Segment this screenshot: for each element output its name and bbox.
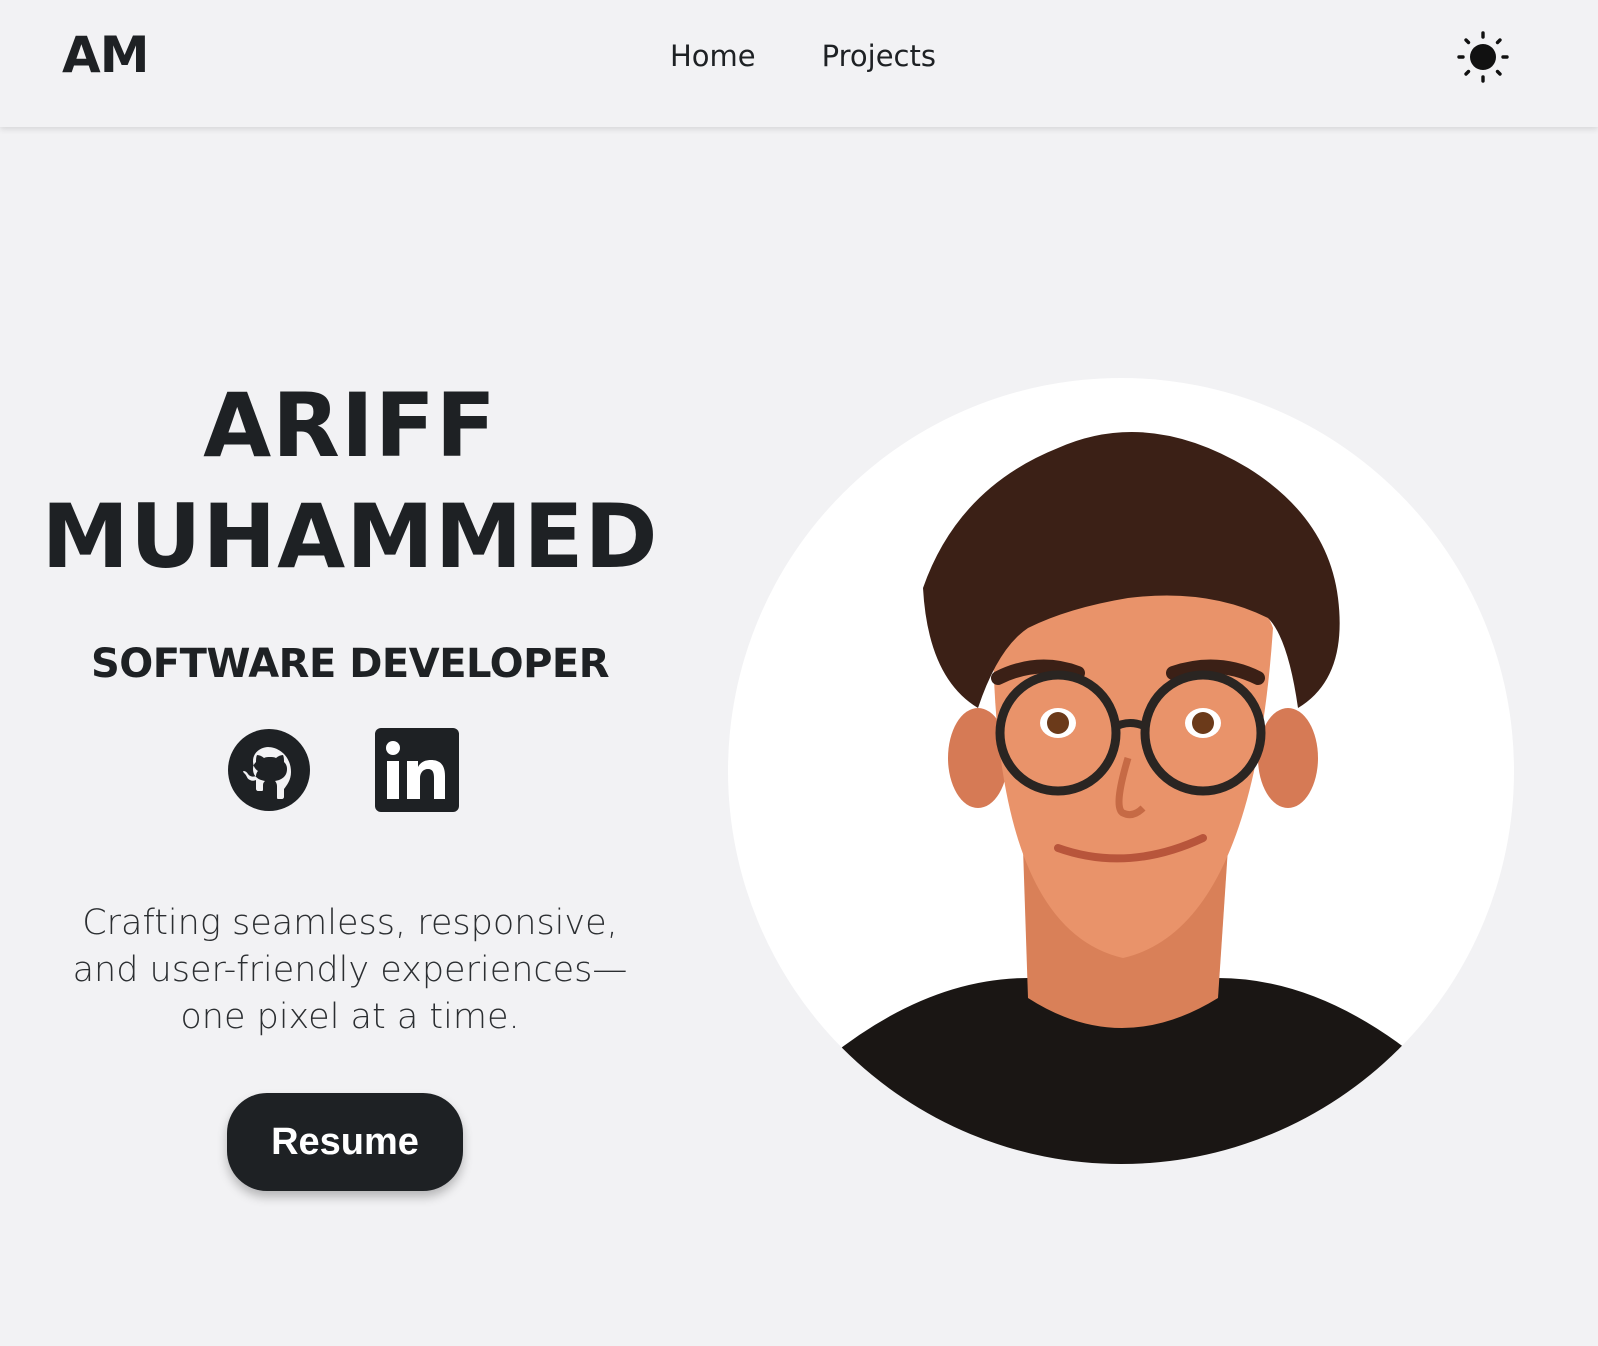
github-link[interactable] — [226, 727, 312, 813]
linkedin-link[interactable] — [374, 727, 460, 813]
hero-name-line2: MUHAMMED — [41, 485, 659, 588]
nav-links: Home Projects — [660, 42, 946, 71]
nav-projects[interactable]: Projects — [812, 42, 946, 71]
resume-button[interactable]: Resume — [227, 1093, 463, 1191]
theme-toggle-button[interactable] — [1456, 30, 1510, 84]
hero-tagline: Crafting seamless, responsive, and user-… — [72, 903, 628, 1037]
navbar: AM Home Projects — [0, 0, 1598, 127]
github-icon — [228, 729, 310, 811]
avatar — [728, 378, 1514, 1164]
site-logo[interactable]: AM — [62, 30, 149, 80]
nav-home[interactable]: Home — [660, 42, 766, 71]
avatar-illustration — [828, 432, 1418, 1164]
sun-icon — [1457, 31, 1509, 83]
hero-role: SOFTWARE DEVELOPER — [90, 641, 610, 687]
hero-text: ARIFF MUHAMMED SOFTWARE DEVELOPER — [40, 370, 660, 684]
social-links — [226, 727, 460, 813]
hero-name-line1: ARIFF — [203, 374, 497, 477]
linkedin-icon — [375, 728, 459, 812]
hero-name: ARIFF MUHAMMED — [40, 370, 660, 592]
